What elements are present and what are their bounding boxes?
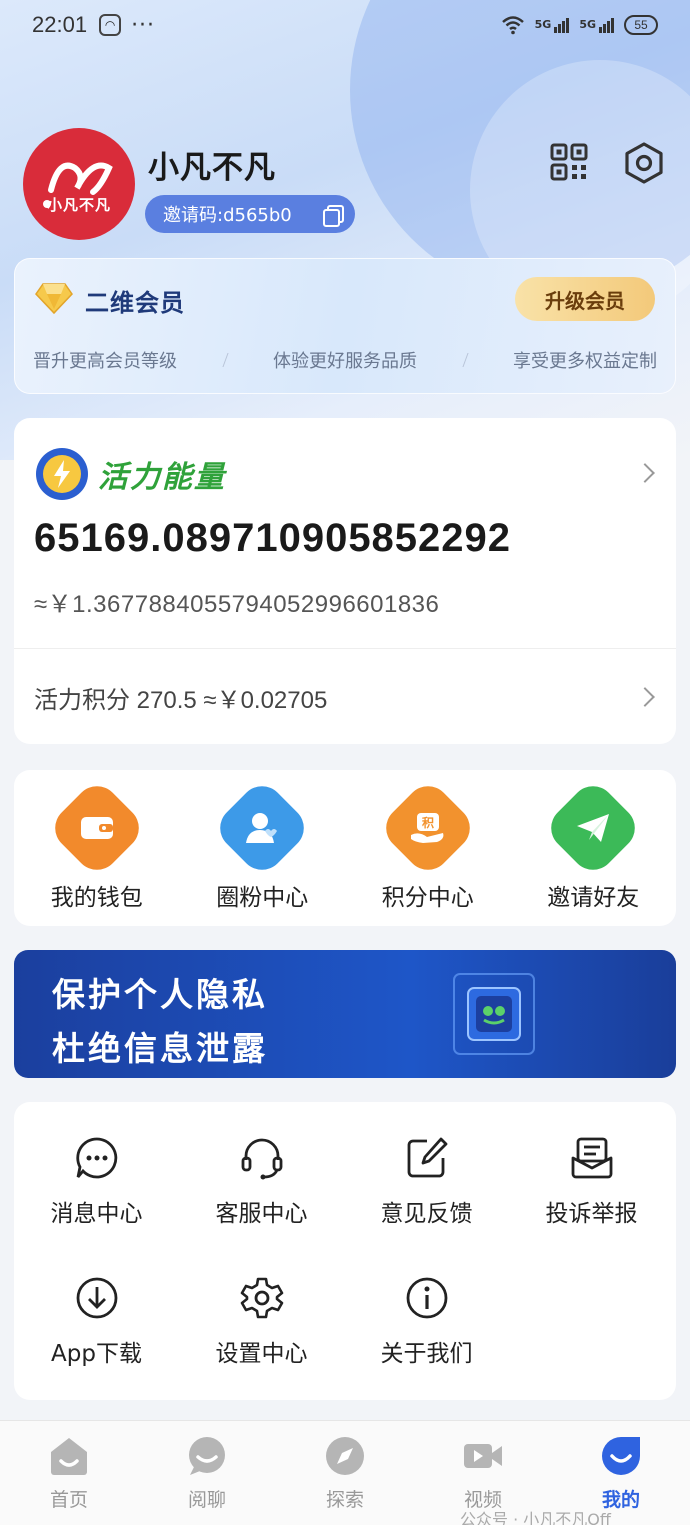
profile-icon (602, 1437, 640, 1475)
quick-action-fans[interactable]: 圈粉中心 (180, 770, 346, 926)
nav-label: 阅聊 (187, 1489, 226, 1511)
nav-label: 探索 (325, 1489, 364, 1511)
nav-explore[interactable]: 探索 (276, 1421, 414, 1525)
service-label: 设置中心 (215, 1341, 308, 1367)
banner-headline: 保护个人隐私 (52, 975, 268, 1014)
service-app-download[interactable]: App下载 (14, 1276, 179, 1368)
banner-subheadline: 杜绝信息泄露 (52, 1029, 268, 1068)
divider (14, 648, 676, 649)
benefit-item: 享受更多权益定制 (513, 351, 657, 372)
paper-plane-icon (542, 777, 645, 879)
service-label: 关于我们 (380, 1341, 473, 1367)
service-label: 意见反馈 (380, 1201, 473, 1227)
services-grid: 消息中心 客服中心 意见反馈 投诉举报 App下载 设置中心 关于我们 (14, 1102, 676, 1400)
privacy-banner[interactable]: 保护个人隐私 杜绝信息泄露 (14, 950, 676, 1078)
service-about-us[interactable]: 关于我们 (344, 1276, 509, 1368)
quick-action-label: 圈粉中心 (216, 885, 309, 911)
benefit-item: 体验更好服务品质 (273, 351, 417, 372)
settings-gear-icon (240, 1277, 283, 1319)
headset-icon (241, 1138, 282, 1180)
avatar[interactable]: 小凡不凡 (23, 128, 135, 240)
lightning-energy-icon (36, 448, 88, 500)
vitality-points-row[interactable]: 活力积分 270.5 ≈￥0.02705 (34, 680, 327, 715)
quick-action-label: 邀请好友 (547, 885, 640, 911)
download-icon (76, 1277, 117, 1319)
quick-action-points[interactable]: 积 积分中心 (345, 770, 511, 926)
diamond-icon (35, 283, 73, 315)
service-settings[interactable]: 设置中心 (179, 1276, 344, 1368)
complaint-icon (571, 1137, 612, 1179)
invite-code-text: 邀请码:d565b0 (163, 205, 292, 226)
video-icon (464, 1444, 502, 1468)
feedback-edit-icon (407, 1137, 447, 1178)
wechat-notification-icon: ◠ (99, 14, 122, 36)
status-indicators: 5G 5G 55 (501, 15, 658, 35)
nav-home[interactable]: 首页 (0, 1421, 138, 1525)
chat-bubble-icon (189, 1437, 225, 1475)
watermark-text: 公众号 · 小凡不凡Off (460, 1510, 611, 1525)
service-customer-support[interactable]: 客服中心 (179, 1136, 344, 1228)
status-time: 22:01 (32, 12, 88, 37)
service-feedback[interactable]: 意见反馈 (344, 1136, 509, 1228)
qr-code-icon[interactable] (550, 143, 588, 181)
info-icon (406, 1277, 447, 1319)
network-type-label: 5G (579, 17, 596, 31)
quick-action-label: 积分中心 (381, 885, 474, 911)
nav-chat[interactable]: 阅聊 (138, 1421, 276, 1525)
service-label: 客服中心 (215, 1201, 308, 1227)
service-label: App下载 (51, 1341, 142, 1367)
fans-icon (211, 777, 314, 879)
service-label: 投诉举报 (545, 1201, 638, 1227)
brand-logo-icon (43, 162, 113, 208)
benefit-item: 晋升更高会员等级 (33, 351, 177, 372)
settings-icon[interactable] (623, 142, 665, 184)
signal-strength-icon: 5G (579, 17, 614, 33)
security-chip-icon (453, 973, 535, 1055)
chevron-right-icon[interactable] (635, 463, 655, 483)
points-icon: 积 (376, 777, 479, 879)
more-notifications-icon: ··· (131, 12, 156, 38)
divider (221, 353, 229, 367)
chevron-right-icon[interactable] (635, 687, 655, 707)
quick-action-label: 我的钱包 (50, 885, 143, 911)
wallet-icon (45, 777, 148, 879)
copy-icon (323, 205, 344, 227)
signal-strength-icon: 5G (534, 17, 570, 33)
membership-benefits: 晋升更高会员等级 体验更好服务品质 享受更多权益定制 (33, 347, 657, 373)
service-message-center[interactable]: 消息中心 (14, 1136, 179, 1228)
divider (461, 353, 469, 367)
energy-balance: 65169.089710905852292 (34, 516, 512, 560)
energy-card: 活力能量 65169.089710905852292 ≈￥1.367788405… (14, 418, 676, 744)
network-type-label: 5G (534, 17, 552, 31)
avatar-brand-text: 小凡不凡 (47, 196, 112, 214)
svg-text:积: 积 (422, 815, 434, 830)
quick-action-wallet[interactable]: 我的钱包 (14, 770, 180, 926)
energy-yuan-equivalent: ≈￥1.3677884055794052996601836 (34, 591, 440, 618)
battery-icon: 55 (624, 15, 658, 35)
service-complaint[interactable]: 投诉举报 (509, 1136, 674, 1228)
status-bar: 22:01 ◠ ··· 5G 5G 55 (0, 0, 690, 50)
wifi-icon (501, 16, 524, 35)
invite-code-copy-button[interactable]: 邀请码:d565b0 (145, 195, 355, 233)
quick-action-invite[interactable]: 邀请好友 (511, 770, 677, 926)
username: 小凡不凡 (148, 150, 276, 186)
message-icon (75, 1137, 117, 1179)
membership-card[interactable]: 二维会员 升级会员 晋升更高会员等级 体验更好服务品质 享受更多权益定制 (14, 258, 676, 394)
service-label: 消息中心 (50, 1201, 143, 1227)
nav-label: 首页 (49, 1489, 88, 1511)
compass-icon (326, 1437, 364, 1475)
energy-title: 活力能量 (98, 461, 226, 494)
home-icon (51, 1438, 87, 1475)
membership-title: 二维会员 (85, 289, 185, 317)
quick-actions: 我的钱包 圈粉中心 积 积分中心 邀请好友 (14, 770, 676, 926)
upgrade-membership-button[interactable]: 升级会员 (515, 277, 655, 321)
